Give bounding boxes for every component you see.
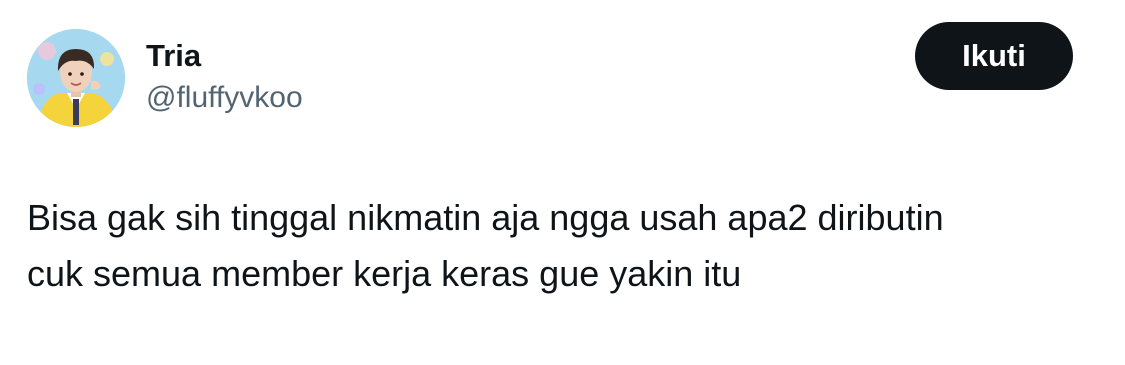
follow-button[interactable]: Ikuti bbox=[915, 22, 1073, 90]
avatar[interactable] bbox=[27, 29, 125, 127]
tweet-text-line: Bisa gak sih tinggal nikmatin aja ngga u… bbox=[27, 197, 944, 238]
user-display-name[interactable]: Tria bbox=[146, 38, 201, 74]
tweet-card: Tria @fluffyvkoo Ikuti Bisa gak sih ting… bbox=[0, 0, 1125, 365]
tweet-text-line: cuk semua member kerja keras gue yakin i… bbox=[27, 253, 742, 294]
avatar-image bbox=[27, 29, 125, 127]
user-handle[interactable]: @fluffyvkoo bbox=[146, 80, 303, 116]
tweet-text: Bisa gak sih tinggal nikmatin aja ngga u… bbox=[27, 190, 1087, 302]
